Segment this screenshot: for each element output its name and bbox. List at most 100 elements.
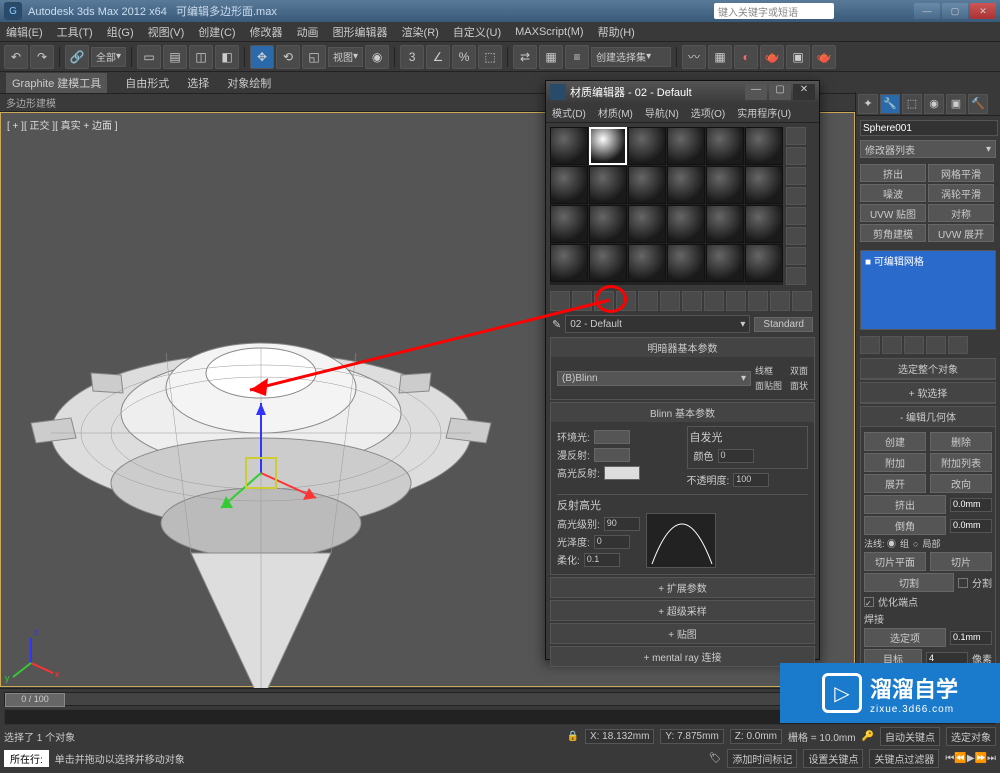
- mat-slot[interactable]: [745, 244, 783, 282]
- mat-slot[interactable]: [706, 244, 744, 282]
- redo-button[interactable]: ↷: [30, 45, 54, 69]
- ribbon-label[interactable]: 多边形建模: [6, 95, 56, 110]
- go-parent-button[interactable]: [770, 291, 790, 311]
- spec-level-spinner[interactable]: 90: [604, 517, 640, 531]
- put-to-library-button[interactable]: [682, 291, 702, 311]
- menu-tools[interactable]: 工具(T): [57, 24, 93, 40]
- mat-slot[interactable]: [550, 244, 588, 282]
- curve-editor-button[interactable]: 〰: [682, 45, 706, 69]
- sample-uv-button[interactable]: [786, 187, 806, 205]
- material-id-button[interactable]: [704, 291, 724, 311]
- selection-rollout[interactable]: 选定整个对象: [861, 359, 995, 379]
- mat-slot[interactable]: [706, 166, 744, 204]
- blinn-rollout-header[interactable]: Blinn 基本参数: [551, 403, 814, 422]
- softsel-rollout[interactable]: + 软选择: [861, 383, 995, 403]
- mat-slot[interactable]: [667, 166, 705, 204]
- menu-animation[interactable]: 动画: [297, 24, 319, 40]
- sliceplane-btn[interactable]: 切片平面: [864, 552, 926, 571]
- menu-graph[interactable]: 图形编辑器: [333, 24, 388, 40]
- cut-btn[interactable]: 切割: [864, 573, 954, 592]
- angle-snap-button[interactable]: ∠: [426, 45, 450, 69]
- mat-slot[interactable]: [628, 127, 666, 165]
- diffuse-swatch[interactable]: [594, 448, 630, 462]
- opacity-spinner[interactable]: 100: [733, 473, 769, 487]
- video-check-button[interactable]: [786, 207, 806, 225]
- mod-uvwunwrap[interactable]: UVW 展开: [928, 224, 994, 242]
- mirror-button[interactable]: ⇄: [513, 45, 537, 69]
- material-editor-button[interactable]: ◐: [734, 45, 758, 69]
- put-to-scene-button[interactable]: [572, 291, 592, 311]
- graphite-tab-select[interactable]: 选择: [187, 75, 209, 91]
- time-slider[interactable]: 0 / 100: [5, 693, 65, 707]
- mat-minimize-button[interactable]: —: [745, 84, 767, 100]
- quick-render-button[interactable]: 🫖: [812, 45, 836, 69]
- display-tab[interactable]: ▣: [946, 94, 966, 114]
- scale-button[interactable]: ◱: [302, 45, 326, 69]
- extrude-spin[interactable]: 0.0mm: [950, 498, 992, 512]
- mat-menu-mode[interactable]: 模式(D): [552, 105, 586, 120]
- maximize-button[interactable]: ▢: [942, 3, 968, 19]
- sample-type-button[interactable]: [786, 127, 806, 145]
- align-button[interactable]: ▦: [539, 45, 563, 69]
- mod-symmetry[interactable]: 对称: [928, 204, 994, 222]
- autokey-button[interactable]: 自动关键点: [880, 727, 940, 746]
- mod-turbosmooth[interactable]: 涡轮平滑: [928, 184, 994, 202]
- shader-dropdown[interactable]: (B)Blinn▾: [557, 371, 751, 386]
- attachlist-btn[interactable]: 附加列表: [930, 453, 992, 472]
- mod-noise[interactable]: 噪波: [860, 184, 926, 202]
- mod-uvwmap[interactable]: UVW 贴图: [860, 204, 926, 222]
- weld-spin[interactable]: 0.1mm: [950, 631, 992, 645]
- menu-customize[interactable]: 自定义(U): [453, 24, 501, 40]
- create-tab[interactable]: ✦: [858, 94, 878, 114]
- options-button[interactable]: [786, 247, 806, 265]
- menu-help[interactable]: 帮助(H): [598, 24, 635, 40]
- bevel-spin[interactable]: 0.0mm: [950, 519, 992, 533]
- soften-spinner[interactable]: 0.1: [584, 553, 620, 567]
- viewport-label[interactable]: [ + ][ 正交 ][ 真实 + 边面 ]: [7, 117, 118, 132]
- rotate-button[interactable]: ⟲: [276, 45, 300, 69]
- mat-menu-material[interactable]: 材质(M): [598, 105, 633, 120]
- make-preview-button[interactable]: [786, 227, 806, 245]
- menu-modifiers[interactable]: 修改器: [250, 24, 283, 40]
- material-type-button[interactable]: Standard: [754, 317, 813, 332]
- material-name-dropdown[interactable]: 02 - Default▾: [565, 315, 750, 333]
- close-button[interactable]: ✕: [970, 3, 996, 19]
- shader-rollout-header[interactable]: 明暗器基本参数: [551, 338, 814, 357]
- reset-map-button[interactable]: [616, 291, 636, 311]
- pick-icon[interactable]: ✎: [552, 318, 561, 331]
- y-coord[interactable]: Y: 7.875mm: [660, 729, 723, 744]
- select-name-button[interactable]: ▤: [163, 45, 187, 69]
- go-forward-button[interactable]: [792, 291, 812, 311]
- render-setup-button[interactable]: 🫖: [760, 45, 784, 69]
- selection-filter-dropdown[interactable]: 全部 ▾: [91, 47, 126, 67]
- motion-tab[interactable]: ◉: [924, 94, 944, 114]
- show-end-button[interactable]: [882, 336, 902, 354]
- configure-button[interactable]: [948, 336, 968, 354]
- ref-coord-dropdown[interactable]: 视图 ▾: [328, 47, 363, 67]
- link-button[interactable]: 🔗: [65, 45, 89, 69]
- layers-button[interactable]: ≡: [565, 45, 589, 69]
- mat-slot[interactable]: [745, 127, 783, 165]
- mod-meshsmooth[interactable]: 网格平滑: [928, 164, 994, 182]
- center-button[interactable]: ◉: [365, 45, 389, 69]
- menu-create[interactable]: 创建(C): [198, 24, 235, 40]
- modifier-list-dropdown[interactable]: 修改器列表▾: [860, 140, 996, 158]
- addtime-field[interactable]: 添加时间标记: [727, 749, 797, 768]
- delete-btn[interactable]: 删除: [930, 432, 992, 451]
- help-search-input[interactable]: 键入关键字或短语: [714, 3, 834, 19]
- menu-render[interactable]: 渲染(R): [402, 24, 439, 40]
- mat-slot[interactable]: [706, 205, 744, 243]
- mat-slot[interactable]: [667, 244, 705, 282]
- window-crossing-button[interactable]: ◧: [215, 45, 239, 69]
- render-frame-button[interactable]: ▣: [786, 45, 810, 69]
- create-btn[interactable]: 创建: [864, 432, 926, 451]
- selset-field[interactable]: 选定对象: [946, 727, 996, 746]
- mat-slot[interactable]: [628, 166, 666, 204]
- mat-menu-options[interactable]: 选项(O): [691, 105, 725, 120]
- menu-views[interactable]: 视图(V): [148, 24, 185, 40]
- mat-slot[interactable]: [589, 244, 627, 282]
- z-coord[interactable]: Z: 0.0mm: [730, 729, 782, 744]
- snap-button[interactable]: 3: [400, 45, 424, 69]
- mat-slot[interactable]: [589, 205, 627, 243]
- mat-slot-selected[interactable]: [589, 127, 627, 165]
